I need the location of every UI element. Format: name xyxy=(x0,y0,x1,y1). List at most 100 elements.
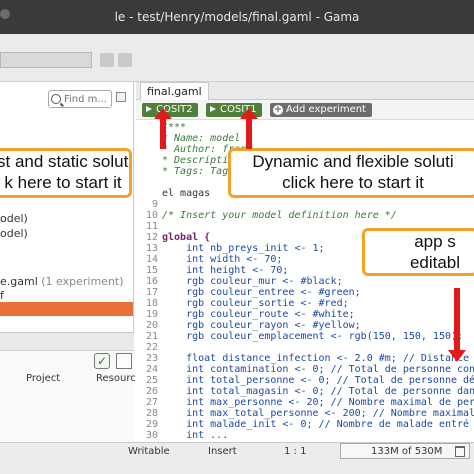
code-line[interactable]: 26 int total_magasin <- 0; // Total de p… xyxy=(136,386,474,397)
tree-item-model-file[interactable]: e.gaml (1 experiment) xyxy=(0,275,124,288)
check-icon[interactable]: ✓ xyxy=(94,353,110,369)
tree-item[interactable]: odel) xyxy=(0,227,28,240)
trash-icon[interactable] xyxy=(455,446,465,457)
code-line[interactable]: 17 rgb couleur_entree <- #green; xyxy=(136,287,361,298)
document-icon[interactable] xyxy=(116,353,132,369)
code-line[interactable]: 29 int malade_init <- 0; // Nombre de ma… xyxy=(136,419,474,430)
code-line[interactable]: 13 int nb_preys_init <- 1; xyxy=(136,243,325,254)
code-line[interactable]: 9 xyxy=(136,199,162,210)
window-title: le - test/Henry/models/final.gaml - Gama xyxy=(114,10,360,24)
tab-final-gaml[interactable]: final.gaml xyxy=(140,82,209,100)
code-line[interactable]: 15 int height <- 70; xyxy=(136,265,288,276)
tab-label: final.gaml xyxy=(147,85,202,98)
main-toolbar xyxy=(0,34,474,82)
annotation-line: st and static solution xyxy=(0,152,132,171)
tree-item[interactable]: f xyxy=(0,289,4,302)
line-number: 27 xyxy=(145,397,158,408)
code-text: * Tags: Tag xyxy=(162,166,229,177)
code-text: int max_personne <- 20; // Nombre maxima… xyxy=(162,397,474,408)
plus-icon: + xyxy=(273,104,283,115)
code-text: global { xyxy=(162,232,211,243)
line-number: 23 xyxy=(145,353,158,364)
arrow-up-icon xyxy=(240,108,258,149)
code-line[interactable]: 23 float distance_infection <- 2.0 #m; /… xyxy=(136,353,474,364)
status-insert-mode: Insert xyxy=(208,446,237,457)
line-number: 9 xyxy=(151,199,158,210)
code-text: /* Insert your model definition here */ xyxy=(162,210,397,221)
code-line[interactable]: * Name: model xyxy=(136,133,240,144)
code-text: int max_total_personne <- 200; // Nombre… xyxy=(162,408,474,419)
annotation-line: editabl xyxy=(409,253,461,272)
code-text: int ... xyxy=(162,430,229,441)
line-number: 18 xyxy=(145,298,158,309)
add-experiment-button[interactable]: + Add experiment xyxy=(270,103,372,117)
code-text: int malade_init <- 0; // Nombre de malad… xyxy=(162,419,474,430)
code-text: rgb couleur_mur <- #black; xyxy=(162,276,343,287)
code-line[interactable]: 20 rgb couleur_rayon <- #yellow; xyxy=(136,320,361,331)
models-navigator: Find m... odel) odel) e.gaml (1 experime… xyxy=(0,82,136,442)
annotation-static-solution: st and static solution k here to start i… xyxy=(0,148,132,198)
code-text: rgb couleur_sortie <- #red; xyxy=(162,298,349,309)
code-text: int contamination <- 0; // Total de pers… xyxy=(162,364,474,375)
annotation-line: click here to start it xyxy=(282,173,424,192)
code-line[interactable]: 21 rgb couleur_emplacement <- rgb(150, 1… xyxy=(136,331,463,342)
collapse-icon[interactable] xyxy=(116,92,126,102)
code-line[interactable]: * Tags: Tag xyxy=(136,166,228,177)
line-number: 30 xyxy=(145,430,158,441)
code-text: int width <- 70; xyxy=(162,254,283,265)
code-line[interactable]: 18 rgb couleur_sortie <- #red; xyxy=(136,298,349,309)
code-line[interactable]: 19 rgb couleur_route <- #white; xyxy=(136,309,355,320)
line-number: 16 xyxy=(145,276,158,287)
code-line[interactable]: 30 int ... xyxy=(136,430,228,441)
window-controls xyxy=(0,9,10,19)
code-line[interactable]: 27 int max_personne <- 20; // Nombre max… xyxy=(136,397,474,408)
code-line[interactable]: 28 int max_total_personne <- 200; // Nom… xyxy=(136,408,474,419)
code-text: int height <- 70; xyxy=(162,265,289,276)
annotation-editable: app s editabl xyxy=(362,228,474,276)
code-text: float distance_infection <- 2.0 #m; // D… xyxy=(162,353,474,364)
experiment-count: (1 experiment) xyxy=(37,275,124,288)
line-number: 17 xyxy=(145,287,158,298)
column-header-resource[interactable]: Resourc xyxy=(96,373,136,384)
code-text: rgb couleur_emplacement <- rgb(150, 150,… xyxy=(162,331,464,342)
window-control-dot[interactable] xyxy=(0,9,10,19)
line-number: 14 xyxy=(145,254,158,265)
tree-item-selected[interactable] xyxy=(0,302,133,316)
navigator-search-input[interactable]: Find m... xyxy=(48,90,112,108)
arrow-down-icon xyxy=(448,288,466,362)
line-number: 26 xyxy=(145,386,158,397)
status-writable: Writable xyxy=(128,446,170,457)
code-text: int nb_preys_init <- 1; xyxy=(162,243,325,254)
code-text: * Name: model xyxy=(162,133,241,144)
play-icon xyxy=(210,106,216,112)
code-line[interactable]: el magas xyxy=(136,188,210,199)
arrow-up-icon xyxy=(154,108,172,149)
status-cursor-position: 1 : 1 xyxy=(284,446,307,457)
code-line[interactable]: 16 rgb couleur_mur <- #black; xyxy=(136,276,343,287)
run-configuration-combo[interactable] xyxy=(0,52,92,68)
line-number: 15 xyxy=(145,265,158,276)
code-line[interactable]: 10 /* Insert your model definition here *… xyxy=(136,210,397,221)
toolbar-icon[interactable] xyxy=(118,53,132,67)
tree-item[interactable]: odel) xyxy=(0,212,28,225)
window-titlebar: le - test/Henry/models/final.gaml - Gama xyxy=(0,0,474,34)
line-number: 22 xyxy=(145,342,158,353)
tree-item-label: f xyxy=(0,289,4,302)
memory-indicator[interactable]: 133M of 530M xyxy=(340,443,470,459)
annotation-line: app s xyxy=(414,232,456,251)
code-line[interactable]: 22 xyxy=(136,342,162,353)
code-text: rgb couleur_route <- #white; xyxy=(162,309,355,320)
code-line[interactable]: 11 xyxy=(136,221,162,232)
code-line[interactable]: 14 int width <- 70; xyxy=(136,254,282,265)
code-line[interactable] xyxy=(136,177,162,188)
code-line[interactable]: 25 int total_personne <- 0; // Total de … xyxy=(136,375,474,386)
tree-item-label: e.gaml xyxy=(0,275,38,288)
code-line[interactable]: 12 global { xyxy=(136,232,210,243)
annotation-line: Dynamic and flexible soluti xyxy=(252,152,454,171)
code-line[interactable]: 24 int contamination <- 0; // Total de p… xyxy=(136,364,474,375)
toolbar-icon[interactable] xyxy=(100,53,114,67)
line-number: 28 xyxy=(145,408,158,419)
column-header-project[interactable]: Project xyxy=(26,373,60,384)
validation-panel: ✓ Project Resourc xyxy=(0,332,136,442)
add-experiment-label: Add experiment xyxy=(286,104,366,115)
